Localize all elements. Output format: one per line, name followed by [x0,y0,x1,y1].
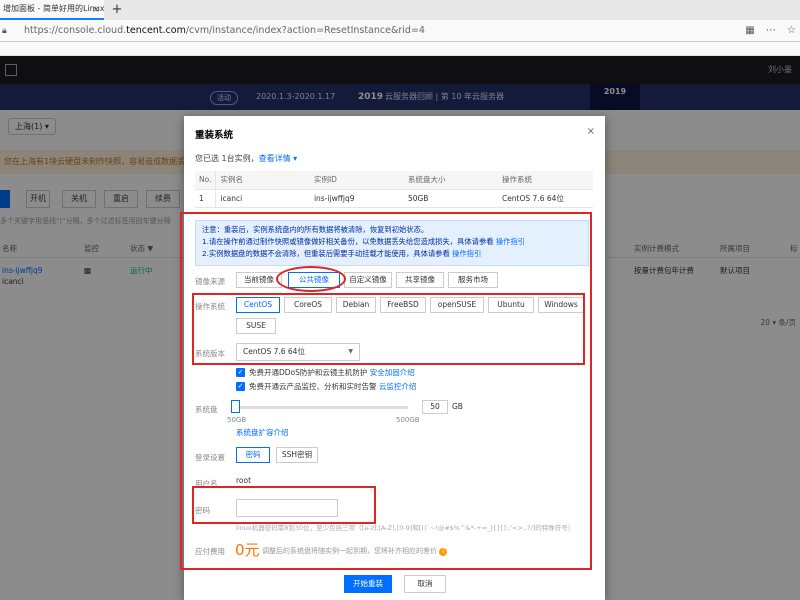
url-prefix: https://console.cloud. [24,25,127,36]
more-icon[interactable]: ⋯ [766,20,776,42]
th-name: 实例名 [215,171,310,190]
annotation-public-image-circle [276,266,346,292]
url-domain: tencent.com [126,25,186,36]
dialog-title: 重装系统 [195,130,234,141]
td-disk: 50GB [403,189,498,208]
browser-tab[interactable]: 增加面板 - 简单好用的Linux/Wi [0,0,104,20]
address-bar: 🔒︎ https://console.cloud.tencent.com/cvm… [0,20,800,42]
view-details-link[interactable]: 查看详情 ▾ [259,154,298,163]
start-reinstall-button[interactable]: 开始重装 [344,575,392,593]
url-path: /cvm/instance/index?action=ResetInstance… [185,25,425,36]
tab-title: 增加面板 - 简单好用的Linux/Wi [3,4,104,13]
browser-tab-bar: 增加面板 - 简单好用的Linux/Wi × + [0,0,800,20]
star-icon[interactable]: ☆ [787,20,796,42]
bookmark-bar [0,42,800,56]
th-id: 实例ID [309,171,404,190]
td-os: CentOS 7.6 64位 [497,189,593,208]
selected-instance-table: No. 实例名 实例ID 系统盘大小 操作系统 1 icanci ins-ijw… [195,171,593,208]
td-id: ins-ijwffjq9 [309,189,404,208]
td-no: 1 [195,189,217,208]
selected-summary: 您已选 1台实例，查看详情 ▾ [195,153,297,164]
lock-icon[interactable]: 🔒︎ [2,25,12,37]
tab-close-icon[interactable]: × [90,0,102,20]
selected-text: 您已选 1台实例， [195,154,259,163]
url-field[interactable]: https://console.cloud.tencent.com/cvm/in… [24,20,425,42]
th-disk: 系统盘大小 [403,171,498,190]
annotation-os-box [192,293,585,365]
td-name: icanci [215,189,310,208]
table-row: 1 icanci ins-ijwffjq9 50GB CentOS 7.6 64… [195,189,593,208]
th-no: No. [195,171,217,190]
close-icon[interactable]: × [587,126,595,137]
qr-icon[interactable]: ▦ [745,20,754,42]
th-os: 操作系统 [497,171,593,190]
annotation-password-box [192,486,376,524]
new-tab-button[interactable]: + [110,0,124,20]
cancel-button[interactable]: 取消 [404,575,446,593]
